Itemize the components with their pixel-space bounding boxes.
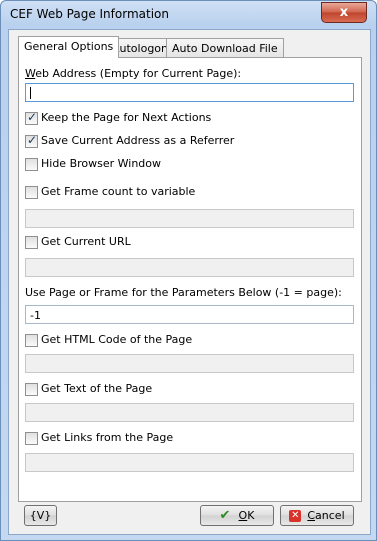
html-code-checkbox[interactable] <box>25 334 38 347</box>
page-links-checkbox[interactable] <box>25 432 38 445</box>
save-referrer-checkbox[interactable]: ✓ <box>25 133 38 148</box>
text-caret <box>30 87 31 99</box>
cancel-x-icon: ✕ <box>289 509 302 522</box>
title-bar[interactable]: CEF Web Page Information x <box>1 1 376 27</box>
tab-label: Auto Download File <box>172 42 278 55</box>
keep-page-checkbox[interactable]: ✓ <box>25 110 38 125</box>
dialog-client-area: General Options Autologon Auto Download … <box>8 29 371 535</box>
tab-auto-download-file[interactable]: Auto Download File <box>166 38 284 58</box>
frame-count-label: Get Frame count to variable <box>41 185 196 198</box>
frame-count-checkbox[interactable] <box>25 186 38 199</box>
checkmark-icon: ✓ <box>26 133 38 147</box>
page-or-frame-label: Use Page or Frame for the Parameters Bel… <box>25 286 342 299</box>
save-referrer-label: Save Current Address as a Referrer <box>41 134 235 147</box>
html-code-label: Get HTML Code of the Page <box>41 333 193 346</box>
hide-browser-label: Hide Browser Window <box>41 157 162 170</box>
general-options-panel: Web Address (Empty for Current Page): ✓ … <box>18 57 362 502</box>
keep-page-label: Keep the Page for Next Actions <box>41 111 212 124</box>
variables-button[interactable]: {V} <box>24 505 57 526</box>
variables-button-label: {V} <box>29 509 52 522</box>
ok-button-label: OK <box>238 509 255 522</box>
check-icon: ✔ <box>219 508 231 523</box>
html-code-variable-input[interactable] <box>25 354 354 373</box>
current-url-variable-input[interactable] <box>25 258 354 277</box>
web-address-label: Web Address (Empty for Current Page): <box>25 67 242 80</box>
hide-browser-checkbox[interactable] <box>25 158 38 171</box>
dialog-window: CEF Web Page Information x General Optio… <box>0 0 377 541</box>
close-icon: x <box>339 5 349 20</box>
close-button[interactable]: x <box>321 2 367 23</box>
page-links-label: Get Links from the Page <box>41 431 174 444</box>
current-url-checkbox[interactable] <box>25 236 38 249</box>
page-text-checkbox[interactable] <box>25 383 38 396</box>
window-title: CEF Web Page Information <box>10 7 169 21</box>
tab-label: General Options <box>24 40 114 53</box>
cancel-button[interactable]: ✕ Cancel <box>280 505 354 526</box>
page-text-variable-input[interactable] <box>25 403 354 422</box>
page-or-frame-input[interactable]: -1 <box>25 305 354 324</box>
cancel-button-label: Cancel <box>307 509 345 522</box>
frame-count-variable-input[interactable] <box>25 209 354 228</box>
page-links-variable-input[interactable] <box>25 453 354 472</box>
current-url-label: Get Current URL <box>41 235 131 248</box>
tab-label: Autologon <box>112 42 169 55</box>
tab-general-options[interactable]: General Options <box>18 36 120 58</box>
page-text-label: Get Text of the Page <box>41 382 153 395</box>
ok-button[interactable]: ✔ OK <box>200 505 274 526</box>
checkmark-icon: ✓ <box>26 110 38 124</box>
web-address-input[interactable] <box>25 83 354 102</box>
